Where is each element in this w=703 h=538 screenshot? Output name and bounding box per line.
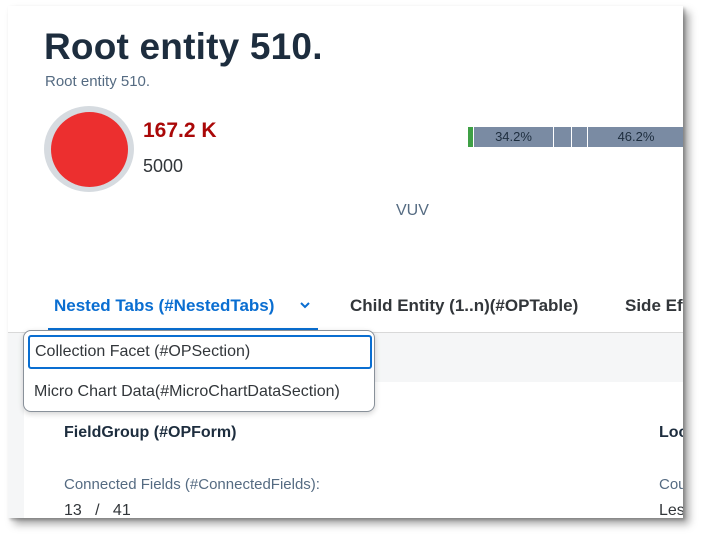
chart-unit-label: VUV [396, 202, 429, 219]
nested-tabs-dropdown-menu: Collection Facet (#OPSection) Micro Char… [23, 330, 375, 412]
field-value-right: Les [659, 502, 683, 518]
stacked-bar-segment [572, 127, 588, 147]
stacked-bar-segment [554, 127, 572, 147]
stacked-bar-micro-chart: 34.2% 46.2% [468, 127, 683, 147]
menu-item-collection-facet[interactable]: Collection Facet (#OPSection) [28, 335, 372, 369]
connected-fields-value: 13 / 41 [64, 502, 131, 518]
page-title: Root entity 510. [44, 26, 323, 67]
tab-side-effects[interactable]: Side Ef [625, 296, 683, 316]
stacked-bar-segment: 46.2% [588, 127, 683, 147]
tab-child-entity[interactable]: Child Entity (1..n)(#OPTable) [350, 296, 578, 316]
kpi-target: 5000 [143, 156, 184, 176]
field-label-right: Cou [659, 476, 683, 493]
tab-nested-tabs[interactable]: Nested Tabs (#NestedTabs) [54, 296, 274, 316]
stacked-bar-segment: 34.2% [474, 127, 554, 147]
avatar [51, 112, 128, 187]
form-group-title-right: Loc [659, 424, 683, 441]
form-group-title: FieldGroup (#OPForm) [64, 424, 237, 441]
page-subtitle: Root entity 510. [45, 73, 151, 90]
object-page-header: Root entity 510. Root entity 510. 167.2 … [8, 6, 683, 332]
chevron-down-icon[interactable] [298, 298, 312, 312]
anchor-tab-bar: Nested Tabs (#NestedTabs) Child Entity (… [8, 284, 683, 332]
connected-fields-label: Connected Fields (#ConnectedFields): [64, 476, 320, 493]
menu-item-micro-chart-data[interactable]: Micro Chart Data(#MicroChartDataSection) [24, 375, 374, 411]
kpi-value: 167.2 K [143, 119, 217, 142]
object-page-window: Root entity 510. Root entity 510. 167.2 … [8, 6, 683, 518]
